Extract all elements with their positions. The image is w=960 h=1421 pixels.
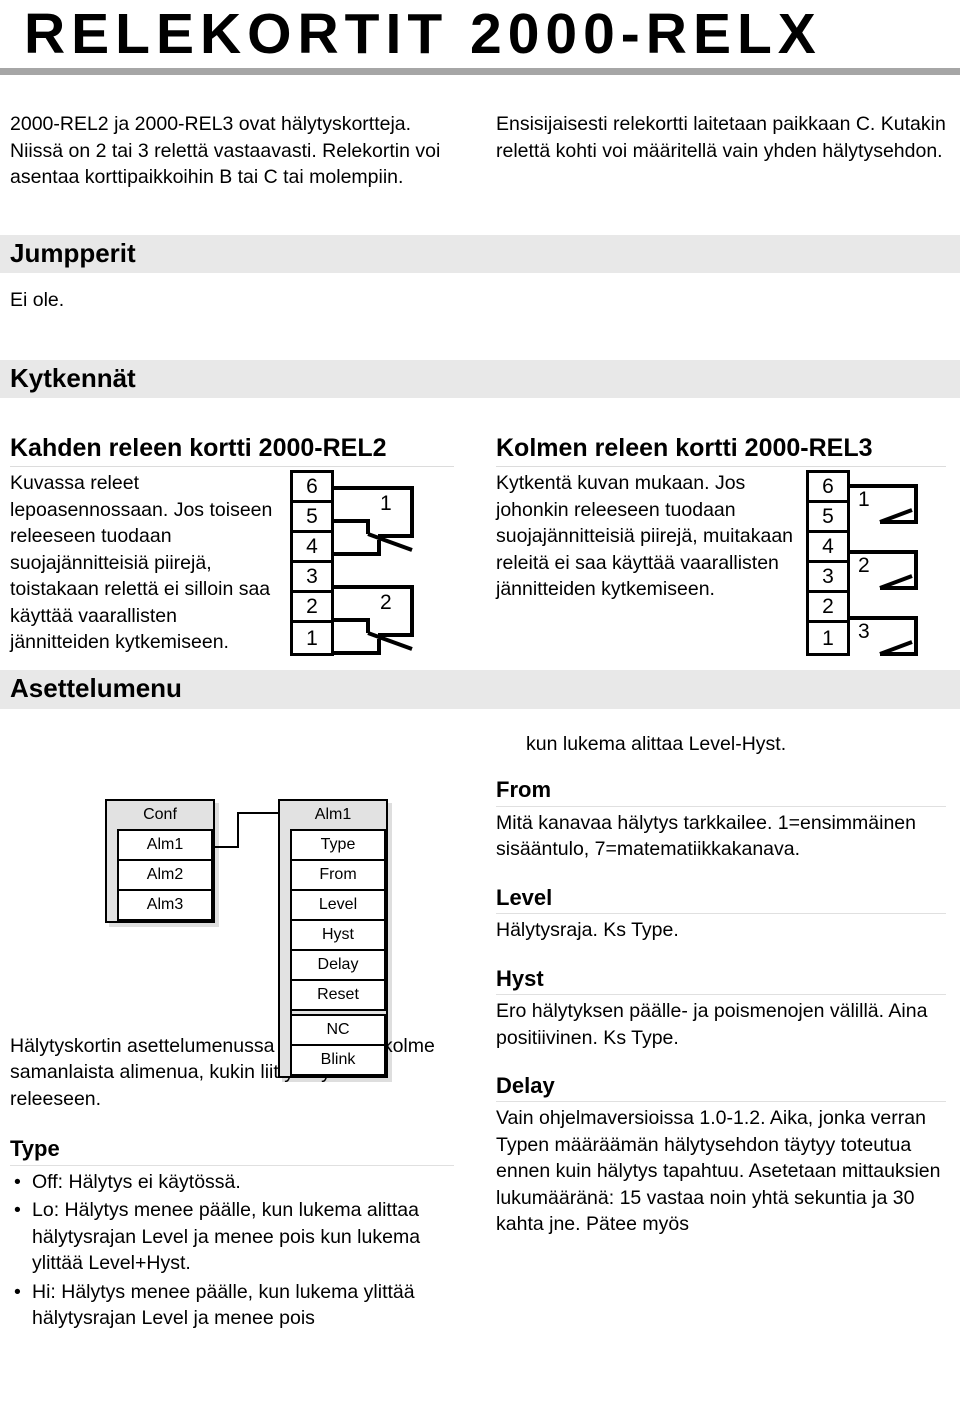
- menu-item-alm1[interactable]: Level: [292, 888, 386, 919]
- rel3-terminal: 6: [809, 473, 847, 504]
- page-title: RELEKORTIT 2000-RELX: [24, 2, 822, 66]
- intro-right-text: Ensisijaisesti relekortti laitetaan paik…: [496, 113, 946, 162]
- list-item: Hi: Hälytys menee päälle, kun lukema yli…: [14, 1279, 454, 1332]
- relay-card-rel3: Kolmen releen kortti 2000-REL3 Kytkentä …: [480, 434, 960, 657]
- rel3-terminal: 1: [822, 626, 834, 650]
- section-kytkennat: Kytkennät: [0, 359, 960, 399]
- relay-card-rel2: Kahden releen kortti 2000-REL2 Kuvassa r…: [0, 434, 480, 657]
- page-header: RELEKORTIT 2000-RELX: [0, 0, 960, 75]
- menu-right-column: kun lukema alittaa Level-Hyst. From Mitä…: [480, 731, 960, 1334]
- menu-item-alm1[interactable]: NC: [292, 1013, 386, 1044]
- menu-item-conf[interactable]: Alm3: [119, 888, 213, 921]
- rel3-diagram: 6 5 4 3 2 1 1 2 3: [806, 470, 946, 657]
- param-heading-hyst: Hyst: [496, 966, 946, 996]
- list-item: Off: Hälytys ei käytössä.: [14, 1169, 454, 1196]
- intro-columns: 2000-REL2 ja 2000-REL3 ovat hälytyskortt…: [0, 111, 960, 191]
- menu-item-alm1[interactable]: Hyst: [292, 918, 386, 949]
- rel2-contact-label: 1: [380, 492, 392, 516]
- section-heading-jumpperit: Jumpperit: [0, 234, 960, 274]
- rel2-terminal: 4: [293, 533, 331, 564]
- rel3-contact-label: 1: [858, 488, 870, 512]
- rel2-terminal: 3: [293, 563, 331, 594]
- param-heading-delay: Delay: [496, 1073, 946, 1103]
- rel2-terminal-strip: 6 5 4 3 2 1: [290, 470, 334, 657]
- title-divider: [0, 68, 960, 75]
- rel2-terminal: 1: [306, 626, 318, 650]
- menu-item-alm1[interactable]: Type: [292, 828, 386, 859]
- menu-box-alm1-title: Alm1: [314, 805, 352, 823]
- menu-tree-diagram: Conf Alm1 Alm2 Alm3 Alm1 Type From Level…: [10, 731, 454, 1078]
- rel3-terminal: 2: [809, 593, 847, 624]
- menu-item-conf[interactable]: Alm1: [119, 828, 213, 859]
- menu-columns: Conf Alm1 Alm2 Alm3 Alm1 Type From Level…: [0, 731, 960, 1334]
- rel3-terminal: 5: [809, 503, 847, 534]
- rel2-terminal: 5: [293, 503, 331, 534]
- param-heading-from: From: [496, 777, 946, 807]
- menu-box-alm1[interactable]: Alm1 Type From Level Hyst Delay Reset NC…: [278, 798, 388, 1078]
- intro-left-text: 2000-REL2 ja 2000-REL3 ovat hälytyskortt…: [10, 113, 441, 188]
- section-jumpperit: Jumpperit Ei ole.: [0, 234, 960, 314]
- rel2-contacts: 1 2: [334, 470, 454, 656]
- menu-item-alm1[interactable]: From: [292, 858, 386, 889]
- menu-item-alm1[interactable]: Reset: [292, 978, 386, 1011]
- menu-box-conf-title: Conf: [143, 805, 177, 823]
- param-type-bullets: Off: Hälytys ei käytössä. Lo: Hälytys me…: [10, 1169, 454, 1332]
- menu-item-alm1[interactable]: Blink: [292, 1043, 386, 1076]
- rel3-heading: Kolmen releen kortti 2000-REL3: [496, 434, 946, 468]
- rel3-terminal: 3: [809, 563, 847, 594]
- menu-item-alm1[interactable]: Delay: [292, 948, 386, 979]
- menu-left-column: Conf Alm1 Alm2 Alm3 Alm1 Type From Level…: [0, 731, 480, 1334]
- section-heading-asettelumenu: Asettelumenu: [0, 670, 960, 709]
- param-body-from: Mitä kanavaa hälytys tarkkailee. 1=ensim…: [496, 811, 917, 861]
- section-asettelumenu: Asettelumenu: [0, 670, 960, 709]
- rel3-terminal-strip: 6 5 4 3 2 1: [806, 470, 850, 657]
- rel3-body: Kytkentä kuvan mukaan. Jos johonkin rele…: [496, 472, 794, 601]
- rel2-contact-schematic: [334, 486, 414, 656]
- rel2-contact-label: 2: [380, 591, 392, 615]
- jumpperit-body: Ei ole.: [10, 289, 65, 312]
- rel2-body: Kuvassa releet lepoasennossaan. Jos tois…: [10, 472, 273, 654]
- param-heading-level: Level: [496, 885, 946, 915]
- param-body-delay: Vain ohjelmaversioissa 1.0-1.2. Aika, jo…: [496, 1107, 941, 1236]
- relay-cards-columns: Kahden releen kortti 2000-REL2 Kuvassa r…: [0, 434, 960, 657]
- menu-box-conf[interactable]: Conf Alm1 Alm2 Alm3: [105, 798, 215, 923]
- param-type-continuation: kun lukema alittaa Level-Hyst.: [526, 732, 787, 755]
- section-heading-kytkennat: Kytkennät: [0, 359, 960, 399]
- list-item: Lo: Hälytys menee päälle, kun lukema ali…: [14, 1197, 454, 1277]
- rel2-terminal: 6: [293, 473, 331, 504]
- intro-left-column: 2000-REL2 ja 2000-REL3 ovat hälytyskortt…: [0, 111, 480, 191]
- rel2-terminal: 2: [293, 593, 331, 624]
- param-body-hyst: Ero hälytyksen päälle- ja poismenojen vä…: [496, 1000, 928, 1049]
- menu-item-conf[interactable]: Alm2: [119, 858, 213, 889]
- rel2-heading: Kahden releen kortti 2000-REL2: [10, 434, 454, 468]
- rel3-contacts: 1 2 3: [850, 470, 946, 657]
- rel2-diagram: 6 5 4 3 2 1 1 2: [290, 470, 454, 657]
- rel3-terminal: 4: [809, 533, 847, 564]
- param-heading-type: Type: [10, 1136, 454, 1166]
- param-body-level: Hälytysraja. Ks Type.: [496, 919, 679, 942]
- rel3-contact-label: 3: [858, 620, 870, 644]
- rel3-contact-label: 2: [858, 554, 870, 578]
- intro-right-column: Ensisijaisesti relekortti laitetaan paik…: [480, 111, 960, 191]
